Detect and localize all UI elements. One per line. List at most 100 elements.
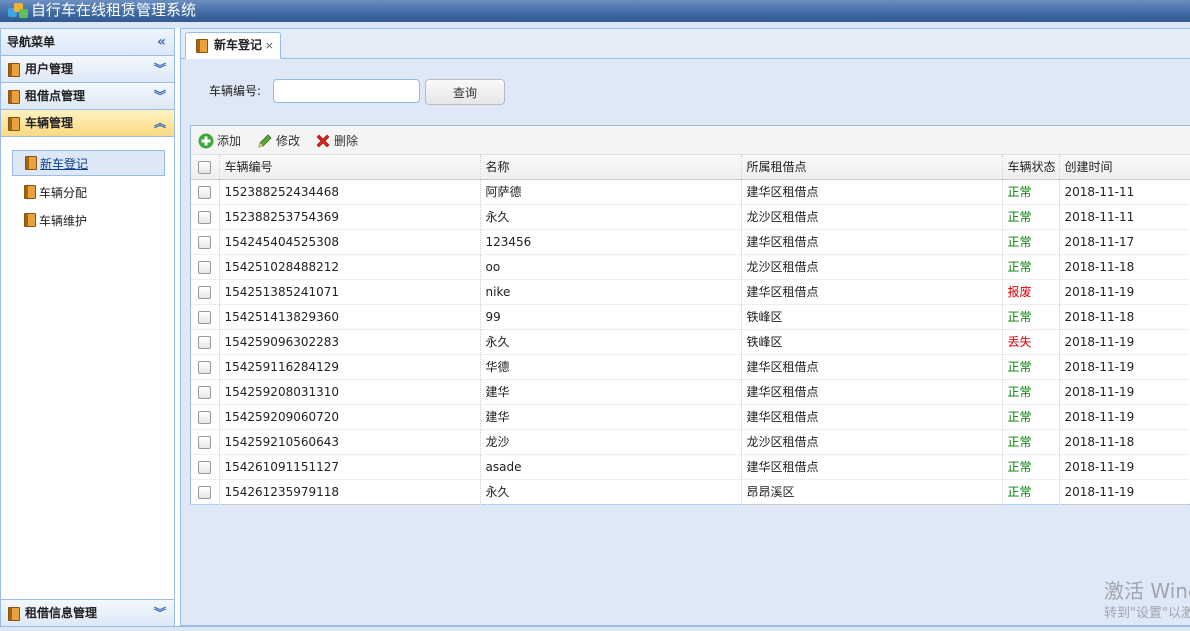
table-header-row: 车辆编号 名称 所属租借点 车辆状态 创建时间 (191, 155, 1190, 180)
table-row[interactable]: 154251028488212 oo 龙沙区租借点 正常 2018-11-18 (191, 254, 1190, 280)
table-row[interactable]: 154251385241071 nike 建华区租借点 报废 2018-11-19 (191, 279, 1190, 305)
row-checkbox[interactable] (191, 354, 220, 380)
row-checkbox[interactable] (191, 404, 220, 430)
cell-name: 99 (480, 304, 742, 330)
edit-label: 修改 (276, 134, 301, 148)
cell-vehicle-id: 154261091151127 (219, 454, 481, 480)
book-icon (196, 39, 208, 53)
cell-created: 2018-11-19 (1059, 279, 1190, 305)
table-row[interactable]: 152388253754369 永久 龙沙区租借点 正常 2018-11-11 (191, 204, 1190, 230)
vehicle-table: 车辆编号 名称 所属租借点 车辆状态 创建时间 152388252434468 阿… (191, 155, 1190, 505)
cell-status: 正常 (1002, 229, 1060, 255)
nav-title: 导航菜单 « (1, 29, 174, 56)
add-button[interactable]: 添加 (198, 131, 241, 151)
cell-vehicle-id: 154259210560643 (219, 429, 481, 455)
cell-name: 123456 (480, 229, 742, 255)
row-checkbox[interactable] (191, 304, 220, 330)
cell-vehicle-id: 154259116284129 (219, 354, 481, 380)
cell-created: 2018-11-19 (1059, 479, 1190, 505)
sidebar-section-vehicles[interactable]: 车辆管理 ︽ (1, 110, 174, 137)
table-row[interactable]: 154259096302283 永久 铁峰区 丢失 2018-11-19 (191, 329, 1190, 355)
book-icon (8, 117, 20, 131)
sidebar: 导航菜单 « 用户管理 ︾ 租借点管理 ︾ 车辆管理 ︽ 新车登记 车辆分配 车… (0, 28, 175, 626)
cell-name: nike (480, 279, 742, 305)
delete-button[interactable]: 删除 (315, 131, 358, 151)
book-icon (24, 185, 36, 199)
cell-status: 正常 (1002, 454, 1060, 480)
double-chevron-up-icon[interactable]: ︽ (154, 110, 166, 137)
table-row[interactable]: 154245404525308 123456 建华区租借点 正常 2018-11-17 (191, 229, 1190, 255)
column-header-status[interactable]: 车辆状态 (1002, 155, 1060, 180)
add-label: 添加 (217, 134, 242, 148)
cell-rental-point: 建华区租借点 (741, 179, 1003, 205)
cell-vehicle-id: 152388252434468 (219, 179, 481, 205)
row-checkbox[interactable] (191, 479, 220, 505)
tab-label: 新车登记 (214, 38, 263, 52)
cell-vehicle-id: 152388253754369 (219, 204, 481, 230)
row-checkbox[interactable] (191, 329, 220, 355)
row-checkbox[interactable] (191, 429, 220, 455)
tab-new-vehicle[interactable]: 新车登记 × (185, 32, 281, 59)
row-checkbox[interactable] (191, 204, 220, 230)
column-header-name[interactable]: 名称 (480, 155, 742, 180)
table-row[interactable]: 154259116284129 华德 建华区租借点 正常 2018-11-19 (191, 354, 1190, 380)
cell-created: 2018-11-18 (1059, 304, 1190, 330)
double-chevron-down-icon[interactable]: ︾ (154, 83, 166, 110)
row-checkbox[interactable] (191, 379, 220, 405)
cell-created: 2018-11-18 (1059, 429, 1190, 455)
submenu-item-vehicle-maintenance[interactable]: 车辆维护 (12, 208, 165, 234)
double-chevron-down-icon[interactable]: ︾ (154, 600, 166, 627)
row-checkbox[interactable] (191, 179, 220, 205)
column-header-rental-point[interactable]: 所属租借点 (741, 155, 1003, 180)
double-chevron-left-icon[interactable]: « (157, 29, 166, 56)
cell-status: 正常 (1002, 404, 1060, 430)
cell-created: 2018-11-11 (1059, 204, 1190, 230)
row-checkbox[interactable] (191, 279, 220, 305)
table-row[interactable]: 154259208031310 建华 建华区租借点 正常 2018-11-19 (191, 379, 1190, 405)
cell-status: 正常 (1002, 479, 1060, 505)
search-bar: 车辆编号: 查询 (181, 60, 1190, 125)
table-row[interactable]: 154259210560643 龙沙 龙沙区租借点 正常 2018-11-18 (191, 429, 1190, 455)
cell-vehicle-id: 154259208031310 (219, 379, 481, 405)
tab-bar: 新车登记 × (181, 29, 1190, 59)
activation-watermark-line2: 转到"设置"以激 (1104, 606, 1190, 621)
cell-name: 龙沙 (480, 429, 742, 455)
table-row[interactable]: 154261091151127 asade 建华区租借点 正常 2018-11-19 (191, 454, 1190, 480)
double-chevron-down-icon[interactable]: ︾ (154, 56, 166, 83)
table-row[interactable]: 154261235979118 永久 昂昂溪区 正常 2018-11-19 (191, 479, 1190, 505)
submenu-item-vehicle-allocation[interactable]: 车辆分配 (12, 180, 165, 206)
pencil-icon (258, 134, 272, 148)
cell-created: 2018-11-19 (1059, 454, 1190, 480)
select-all-checkbox[interactable] (191, 155, 220, 180)
cell-rental-point: 铁峰区 (741, 304, 1003, 330)
cell-name: 永久 (480, 329, 742, 355)
row-checkbox[interactable] (191, 254, 220, 280)
cell-vehicle-id: 154251413829360 (219, 304, 481, 330)
main-panel: 新车登记 × 车辆编号: 查询 添加 修改 删除 车辆编号 名称 所属租借点 车… (180, 28, 1190, 626)
cell-created: 2018-11-17 (1059, 229, 1190, 255)
row-checkbox[interactable] (191, 454, 220, 480)
sidebar-section-rental-points[interactable]: 租借点管理 ︾ (1, 83, 174, 110)
column-header-vehicle-id[interactable]: 车辆编号 (219, 155, 481, 180)
table-row[interactable]: 154251413829360 99 铁峰区 正常 2018-11-18 (191, 304, 1190, 330)
add-icon (198, 133, 214, 149)
cell-status: 正常 (1002, 254, 1060, 280)
cell-name: asade (480, 454, 742, 480)
vehicle-grid: 添加 修改 删除 车辆编号 名称 所属租借点 车辆状态 创建时间 1523882… (190, 125, 1190, 505)
sidebar-section-users[interactable]: 用户管理 ︾ (1, 56, 174, 83)
cell-created: 2018-11-19 (1059, 329, 1190, 355)
search-button[interactable]: 查询 (425, 79, 505, 105)
table-row[interactable]: 152388252434468 阿萨德 建华区租借点 正常 2018-11-11 (191, 179, 1190, 205)
close-icon[interactable]: × (265, 33, 274, 58)
table-row[interactable]: 154259209060720 建华 建华区租借点 正常 2018-11-19 (191, 404, 1190, 430)
submenu-item-new-vehicle[interactable]: 新车登记 (12, 150, 165, 176)
column-header-created[interactable]: 创建时间 (1059, 155, 1190, 180)
cell-vehicle-id: 154259209060720 (219, 404, 481, 430)
submenu-item-label: 车辆维护 (39, 214, 88, 228)
row-checkbox[interactable] (191, 229, 220, 255)
vehicle-id-input[interactable] (273, 79, 420, 103)
edit-button[interactable]: 修改 (257, 131, 300, 151)
sidebar-section-label: 车辆管理 (25, 116, 74, 130)
cell-rental-point: 铁峰区 (741, 329, 1003, 355)
sidebar-section-rental-info[interactable]: 租借信息管理 ︾ (1, 599, 174, 626)
